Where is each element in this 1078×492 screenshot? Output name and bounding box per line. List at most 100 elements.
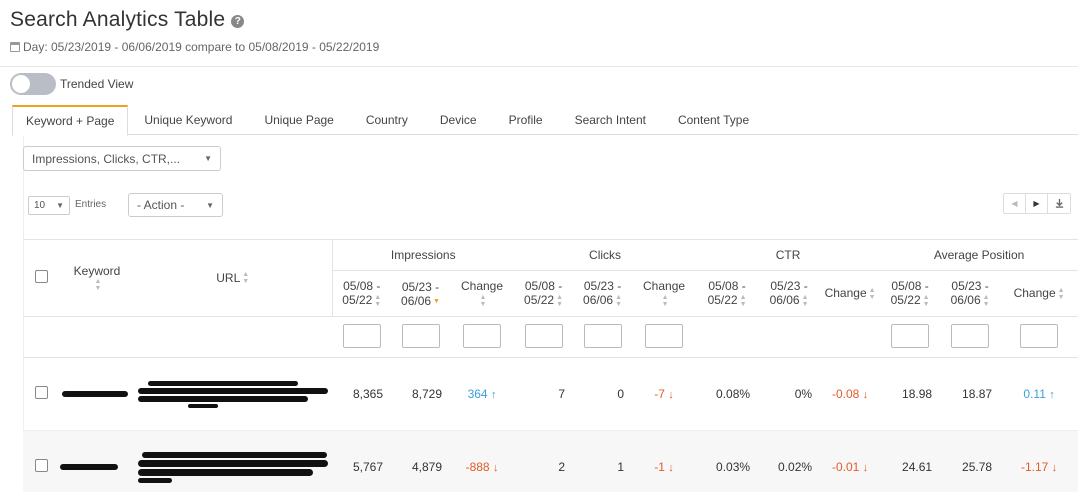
impressions-change-filter[interactable] [463,323,502,348]
filter-cell [940,316,1001,358]
impressions-prev-filter[interactable] [342,323,381,348]
toggle-knob [12,75,30,93]
keyword-header[interactable]: Keyword ▲ ▼ [60,239,134,317]
page-header: Search Analytics Table ? Day: 05/23/2019… [10,8,1070,54]
impressions-change-header[interactable]: Change ▲ ▼ [450,270,515,317]
ctr-change-cell: -0.08 ↓ [820,357,881,431]
ctr-curr-value: 0% [758,357,821,431]
avg-position-group-header: Average Position [880,239,1078,271]
entries-select[interactable]: 10 ▼ [28,196,70,215]
tab-search-intent[interactable]: Search Intent [559,105,662,135]
redacted-keyword [60,464,118,470]
metrics-select[interactable]: Impressions, Clicks, CTR,... ▼ [23,146,221,171]
clicks-change-value: -1 [654,460,665,474]
filter-cell [23,316,60,358]
prev-page-button[interactable]: ◀ [1004,194,1026,213]
redacted-url [138,477,172,483]
arrow-down-icon: ↓ [862,462,869,474]
tab-content-type[interactable]: Content Type [662,105,765,135]
date-range: Day: 05/23/2019 - 06/06/2019 compare to … [10,40,1070,54]
filter-cell [820,316,881,358]
trended-view-toggle[interactable] [10,73,56,95]
keyword-header-label: Keyword [73,263,121,278]
page-title: Search Analytics Table [10,8,226,31]
url-header[interactable]: URL ▲ ▼ [134,239,333,317]
action-select[interactable]: - Action - ▼ [128,193,223,217]
clicks-prev-header[interactable]: 05/08 - 05/22 ▲ ▼ [514,270,574,317]
redacted-url [138,468,313,476]
ctr-change-value: -0.01 [831,460,860,474]
select-all-checkbox[interactable] [35,270,48,283]
impressions-group-header: Impressions [332,239,515,271]
chevron-down-icon: ▼ [56,201,64,210]
filter-cell [1000,316,1078,358]
arrow-down-icon: ↓ [862,389,869,401]
tab-unique-page[interactable]: Unique Page [248,105,349,135]
redacted-url [138,459,328,467]
impressions-prev-value: 5,767 [332,430,391,492]
chevron-down-icon: ▼ [206,200,214,210]
sort-icon: ▲ ▼ [615,293,623,308]
clicks-change-filter[interactable] [645,323,684,348]
filter-cell [60,316,134,358]
tab-profile[interactable]: Profile [493,105,559,135]
tab-keyword-page[interactable]: Keyword + Page [12,105,129,136]
row-checkbox[interactable] [35,459,48,472]
keyword-cell [60,430,134,492]
ctr-change-label: Change [824,286,867,301]
sort-icon: ▲ ▼ [661,293,669,308]
url-cell[interactable] [134,430,332,492]
ctr-group-header: CTR [696,239,881,271]
url-cell[interactable] [134,357,332,431]
sort-icon: ▲ ▼ [479,293,487,308]
redacted-url [148,380,298,386]
trended-view-toggle-row: Trended View [10,73,133,95]
pos-prev-filter[interactable] [891,323,930,348]
sort-icon: ▲ ▼ [556,293,564,308]
redacted-url [138,395,308,402]
next-page-button[interactable]: ▶ [1026,194,1048,213]
arrow-down-icon: ↓ [1051,462,1058,474]
clicks-change-header[interactable]: Change ▲ ▼ [632,270,697,317]
impressions-curr-filter[interactable] [401,323,440,348]
question-circle-icon[interactable]: ? [231,14,245,28]
sort-icon: ▲ ▼ [739,293,747,308]
row-checkbox[interactable] [35,386,48,399]
pos-curr-filter[interactable] [951,323,990,348]
entries-select-value: 10 [34,200,46,211]
pagination: ◀ ▶ [1003,193,1071,214]
clicks-change-cell: -1 ↓ [632,430,697,492]
redacted-url [188,403,218,408]
entries-label: Entries [75,199,107,210]
clicks-curr-filter[interactable] [583,323,622,348]
tab-country[interactable]: Country [350,105,424,135]
tab-device[interactable]: Device [424,105,493,135]
row-select-cell [23,357,60,431]
trended-view-label: Trended View [60,77,134,91]
date-range-text: Day: 05/23/2019 - 06/06/2019 compare to … [23,40,380,54]
ctr-change-value: -0.08 [831,387,860,401]
action-select-value: - Action - [137,198,185,212]
sort-icon: ▲ ▼ [374,293,382,308]
pos-prev-header[interactable]: 05/08 - 05/22 ▲ ▼ [880,270,941,317]
tab-unique-keyword[interactable]: Unique Keyword [128,105,248,135]
clicks-prev-filter[interactable] [524,323,563,348]
pos-change-filter[interactable] [1020,323,1059,348]
ctr-prev-header[interactable]: 05/08 - 05/22 ▲ ▼ [696,270,759,317]
download-icon [1055,199,1063,208]
clicks-curr-header[interactable]: 05/23 - 06/06 ▲ ▼ [573,270,633,317]
clicks-curr-value: 0 [573,357,633,431]
arrow-up-icon: ↑ [1049,389,1055,401]
pos-curr-header[interactable]: 05/23 - 06/06 ▲ ▼ [940,270,1001,317]
impressions-curr-header[interactable]: 05/23 - 06/06 ▼ [391,270,450,317]
pos-change-header[interactable]: Change ▲ ▼ [1000,270,1078,317]
impressions-prev-header[interactable]: 05/08 - 05/22 ▲ ▼ [332,270,391,317]
arrow-down-icon: ↓ [668,389,674,401]
ctr-change-header[interactable]: Change ▲ ▼ [820,270,881,317]
sort-icon: ▲ ▼ [94,278,102,293]
ctr-curr-header[interactable]: 05/23 - 06/06 ▲ ▼ [758,270,821,317]
clicks-change-cell: -7 ↓ [632,357,697,431]
download-button[interactable] [1048,194,1070,213]
sort-icon: ▲ ▼ [982,293,990,308]
filter-row [23,316,1078,358]
